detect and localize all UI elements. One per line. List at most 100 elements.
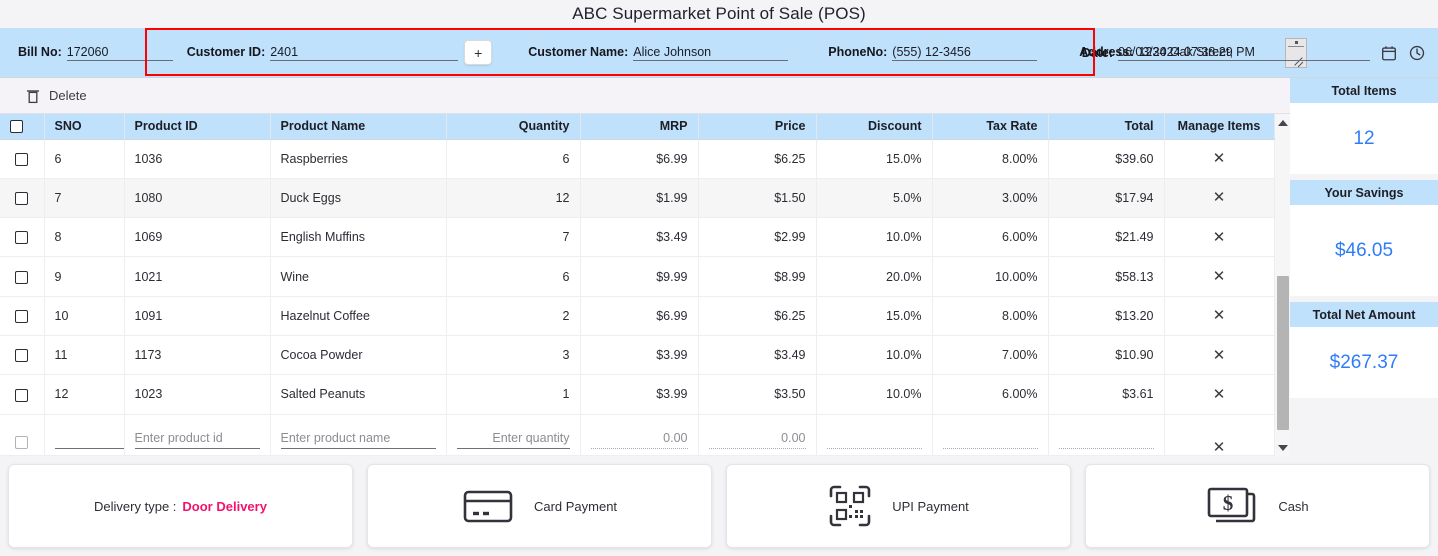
items-table-body: 6 1036 Raspberries 6 $6.99 $6.25 15.0% 8… [0, 139, 1275, 456]
qr-code-icon [829, 485, 871, 527]
cell-product-name: Hazelnut Coffee [270, 296, 447, 336]
clock-icon[interactable] [1408, 44, 1426, 62]
row-checkbox[interactable] [15, 231, 29, 245]
cash-payment-button[interactable]: $ Cash [1085, 464, 1430, 548]
phone-input[interactable]: (555) 12-3456 [892, 45, 1038, 61]
new-product-id-cell: Enter product id [124, 414, 271, 456]
table-header-row: SNO Product ID Product Name Quantity MRP… [0, 114, 1275, 140]
scroll-down-arrow-icon[interactable] [1275, 439, 1290, 456]
summary-pane: Total Items 12 Your Savings $46.05 Total… [1290, 78, 1438, 456]
credit-card-icon [463, 490, 513, 523]
cell-mrp: $6.99 [580, 296, 699, 336]
upi-payment-button[interactable]: UPI Payment [726, 464, 1071, 548]
column-header-product-id[interactable]: Product ID [124, 114, 271, 140]
cell-discount: 10.0% [816, 374, 933, 415]
add-customer-button[interactable]: + [464, 40, 493, 65]
delete-button[interactable]: Delete [26, 88, 87, 104]
new-discount-cell [816, 414, 933, 456]
row-checkbox[interactable] [15, 436, 29, 449]
table-row[interactable]: 11 1173 Cocoa Powder 3 $3.99 $3.49 10.0%… [0, 335, 1275, 376]
new-sno-input[interactable] [54, 432, 123, 449]
total-items-value: 12 [1290, 103, 1438, 174]
remove-item-icon[interactable]: ✕ [1213, 439, 1226, 454]
column-header-sno[interactable]: SNO [44, 114, 125, 140]
new-total-input[interactable] [1058, 432, 1154, 449]
column-header-manage-items[interactable]: Manage Items [1164, 114, 1275, 140]
remove-item-icon[interactable]: ✕ [1213, 229, 1226, 246]
date-input[interactable]: 06/03/2024 07:38:29 PM [1118, 45, 1370, 61]
new-mrp-input[interactable]: 0.00 [590, 431, 688, 449]
customer-id-input[interactable]: 2401 [270, 45, 459, 61]
column-header-mrp[interactable]: MRP [580, 114, 699, 140]
new-product-id-input[interactable]: Enter product id [134, 431, 260, 449]
column-header-tax-rate[interactable]: Tax Rate [932, 114, 1049, 140]
remove-item-icon[interactable]: ✕ [1213, 150, 1226, 167]
customer-id-label: Customer ID: [186, 44, 266, 59]
remove-item-icon[interactable]: ✕ [1213, 307, 1226, 324]
scrollbar-track[interactable] [1275, 131, 1290, 439]
customer-header-strip: Bill No: 172060 Customer ID: 2401 + Cust… [0, 28, 1438, 78]
column-header-total[interactable]: Total [1048, 114, 1165, 140]
row-checkbox[interactable] [15, 349, 29, 363]
new-discount-input[interactable] [826, 432, 922, 449]
row-checkbox[interactable] [15, 192, 29, 206]
table-row[interactable]: 10 1091 Hazelnut Coffee 2 $6.99 $6.25 15… [0, 296, 1275, 336]
total-net-amount-value: $267.37 [1290, 327, 1438, 398]
table-row[interactable]: 7 1080 Duck Eggs 12 $1.99 $1.50 5.0% 3.0… [0, 178, 1275, 219]
cell-sno: 9 [44, 256, 125, 297]
scroll-up-arrow-icon[interactable] [1275, 114, 1290, 131]
table-vertical-scrollbar[interactable] [1274, 114, 1290, 456]
cell-total: $39.60 [1048, 139, 1165, 179]
row-checkbox[interactable] [15, 388, 29, 402]
cell-manage: ✕ [1164, 217, 1275, 258]
cell-product-id: 1173 [124, 335, 271, 376]
row-checkbox[interactable] [15, 152, 29, 166]
cell-quantity[interactable]: 2 [446, 296, 581, 336]
cell-discount: 20.0% [816, 256, 933, 297]
scrollbar-thumb[interactable] [1277, 275, 1289, 430]
remove-item-icon[interactable]: ✕ [1213, 268, 1226, 285]
select-all-checkbox[interactable] [10, 120, 23, 134]
cell-discount: 15.0% [816, 139, 933, 179]
table-row[interactable]: 12 1023 Salted Peanuts 1 $3.99 $3.50 10.… [0, 374, 1275, 415]
new-item-row[interactable]: Enter product id Enter product name Ente… [0, 414, 1275, 456]
remove-item-icon[interactable]: ✕ [1213, 386, 1226, 403]
column-header-product-name[interactable]: Product Name [270, 114, 447, 140]
customer-name-label: Customer Name: [528, 44, 629, 59]
row-checkbox[interactable] [15, 270, 29, 284]
customer-name-input[interactable]: Alice Johnson [633, 45, 789, 61]
cell-quantity[interactable]: 1 [446, 374, 581, 415]
delivery-type-button[interactable]: Delivery type : Door Delivery [8, 464, 353, 548]
new-product-name-input[interactable]: Enter product name [280, 431, 436, 449]
card-payment-button[interactable]: Card Payment [367, 464, 712, 548]
remove-item-icon[interactable]: ✕ [1213, 347, 1226, 364]
cell-quantity[interactable]: 7 [446, 217, 581, 258]
new-price-input[interactable]: 0.00 [708, 431, 806, 449]
date-label: Date: [1081, 45, 1113, 60]
column-header-quantity[interactable]: Quantity [446, 114, 581, 140]
cell-sno: 12 [44, 374, 125, 415]
customer-id-field: Customer ID: 2401 [186, 44, 459, 61]
cell-manage: ✕ [1164, 335, 1275, 376]
column-header-price[interactable]: Price [698, 114, 817, 140]
cell-tax-rate: 6.00% [932, 374, 1049, 415]
table-row[interactable]: 6 1036 Raspberries 6 $6.99 $6.25 15.0% 8… [0, 139, 1275, 179]
column-header-discount[interactable]: Discount [816, 114, 933, 140]
table-row[interactable]: 9 1021 Wine 6 $9.99 $8.99 20.0% 10.00% $… [0, 256, 1275, 297]
cell-quantity[interactable]: 12 [446, 178, 581, 219]
row-select-cell [0, 335, 45, 376]
cell-quantity[interactable]: 6 [446, 139, 581, 179]
new-price-cell: 0.00 [698, 414, 817, 456]
bill-no-value[interactable]: 172060 [66, 45, 173, 61]
cell-quantity[interactable]: 6 [446, 256, 581, 297]
new-quantity-input[interactable]: Enter quantity [456, 431, 570, 449]
remove-item-icon[interactable]: ✕ [1213, 189, 1226, 206]
new-tax-rate-input[interactable] [942, 432, 1038, 449]
cell-quantity[interactable]: 3 [446, 335, 581, 376]
row-checkbox[interactable] [15, 309, 29, 323]
cell-sno: 11 [44, 335, 125, 376]
calendar-icon[interactable] [1380, 44, 1398, 62]
items-toolbar: Delete [0, 78, 1290, 114]
table-row[interactable]: 8 1069 English Muffins 7 $3.49 $2.99 10.… [0, 217, 1275, 258]
cell-product-name: Raspberries [270, 139, 447, 179]
